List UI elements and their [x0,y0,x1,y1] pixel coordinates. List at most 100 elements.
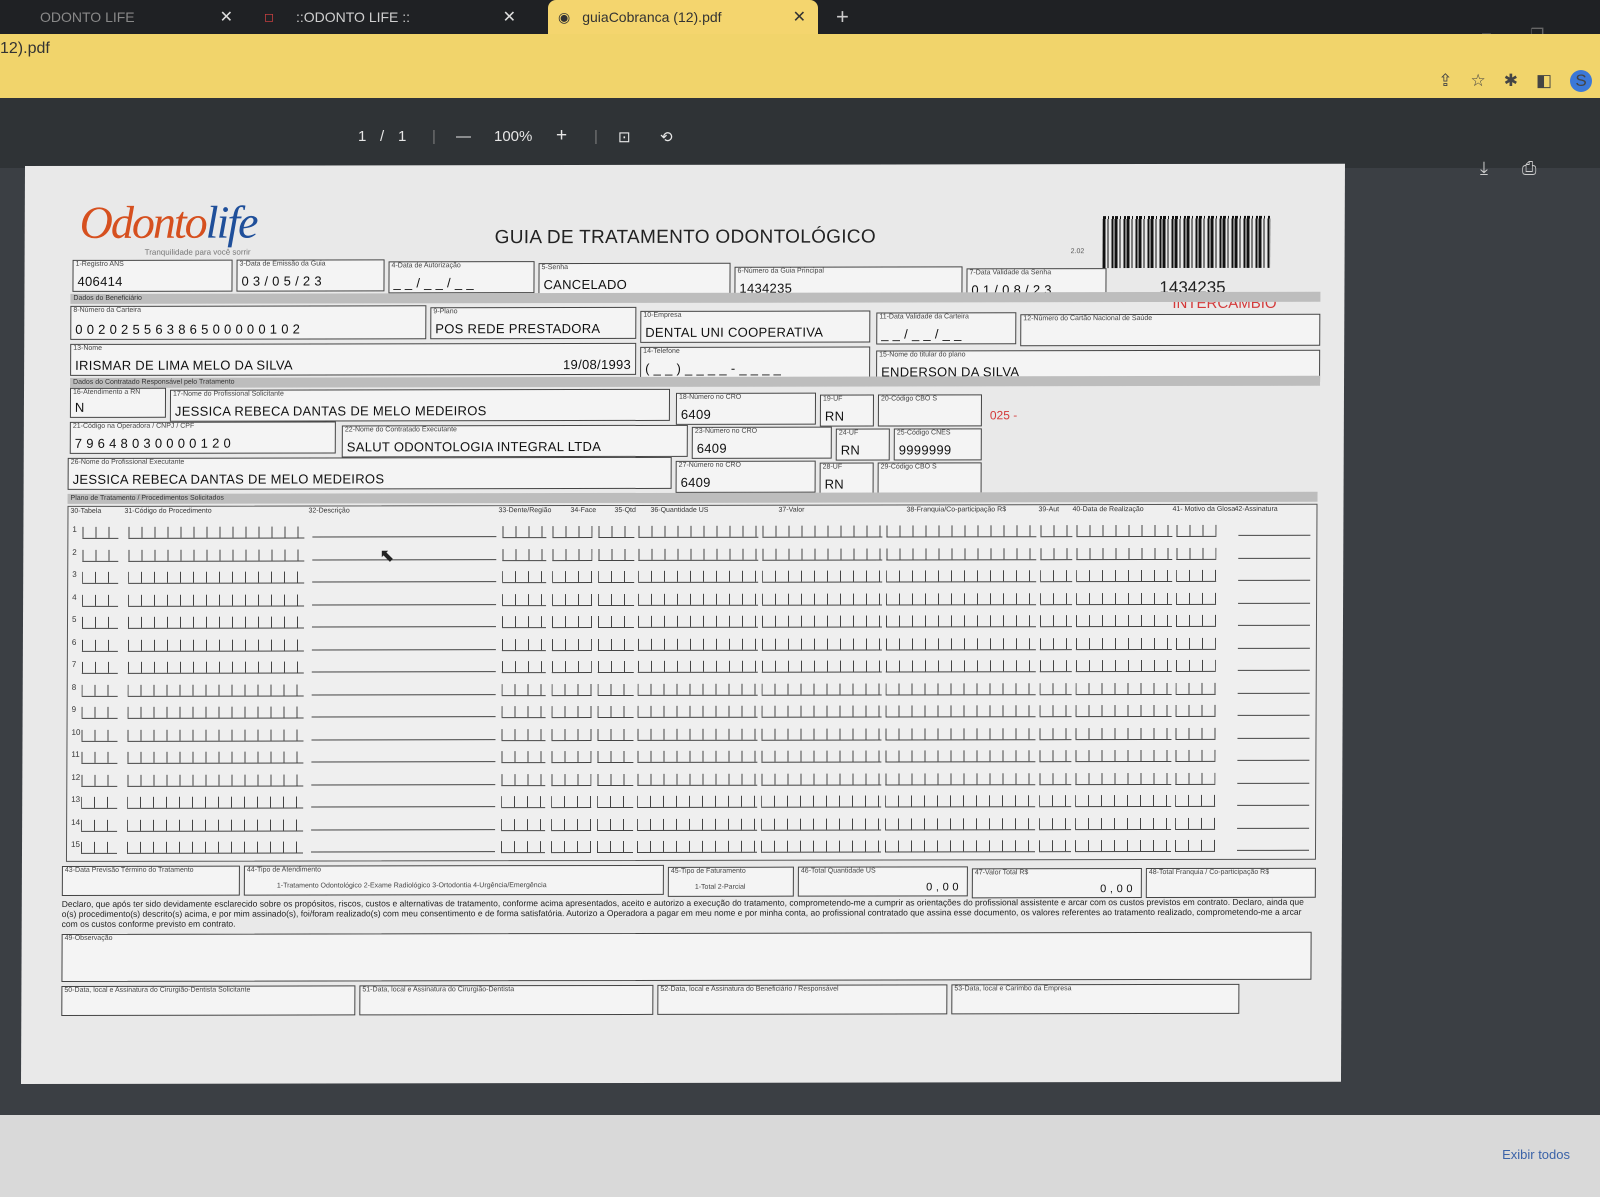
input-cells [1075,637,1172,650]
input-cells [1039,637,1072,650]
input-cells [886,592,1037,606]
input-cells [1175,659,1216,672]
input-cells [551,773,592,786]
input-cells [501,638,546,651]
star-icon[interactable]: ☆ [1470,71,1485,91]
input-cells [886,547,1037,561]
rotate-icon[interactable]: ⟲ [660,128,673,146]
input-cells [127,684,304,697]
description-line [311,783,496,786]
input-cells [1075,750,1172,763]
print-icon[interactable]: ⎙ [1522,158,1536,179]
input-cells [127,639,304,652]
table-row: 9 [72,699,1312,723]
description-line [311,716,496,718]
input-cells [1075,817,1172,830]
new-tab-button[interactable]: + [836,4,849,30]
page-current[interactable]: 1 [358,128,366,145]
input-cells [885,795,1036,808]
profile-avatar[interactable]: S [1570,70,1592,92]
description-line [311,828,496,831]
input-cells [760,840,882,853]
input-cells [1075,727,1172,740]
input-cells [1175,817,1216,830]
table-row: 8 [72,676,1312,700]
close-icon[interactable]: ✕ [793,7,806,27]
fit-page-icon[interactable]: ⊡ [618,128,631,146]
input-cells [501,751,546,764]
table-row: 10 [71,721,1311,745]
row-number: 14 [71,817,81,827]
tab-odonto-life-2[interactable]: ◻ ::ODONTO LIFE :: ✕ [262,0,530,34]
input-cells [598,548,635,561]
input-cells [637,615,759,628]
input-cells [1039,615,1073,628]
sidebar-icon[interactable]: ◧ [1536,71,1552,91]
input-cells [885,705,1036,718]
url-text[interactable]: 12).pdf [0,40,50,58]
input-cells [550,841,592,854]
logo-tagline: Tranquilidade para você sorrir [144,247,251,257]
field-plano: 9-Plano POS REDE PRESTADORA [430,306,637,340]
zoom-out-button[interactable]: — [456,128,471,145]
declaracao-text: Declaro, que após ter sido devidamente e… [61,896,1304,929]
row-number: 1 [72,524,77,534]
input-cells [636,840,758,853]
input-cells [501,796,546,809]
field-uf-solicitante: 19-UF RN [819,394,874,427]
field-numero-carteira: 8-Número da Carteira 0 0 2 0 2 5 5 6 3 8… [70,305,427,340]
field-cro-solicitante: 18-Número no CRO 6409 [675,392,816,425]
input-cells [1176,569,1217,582]
table-row: 3 [72,564,1312,588]
close-icon[interactable]: ✕ [220,7,233,27]
input-cells [885,637,1036,651]
signature-line [1238,602,1311,604]
input-cells [886,525,1037,538]
zoom-level[interactable]: 100% [494,128,532,145]
zoom-in-button[interactable]: + [556,125,567,147]
input-cells [128,571,305,584]
browser-tools: ⇪ ☆ ✱ ◧ S [1438,70,1600,92]
input-cells [126,841,304,854]
field-total-franquia: 48-Total Franquia / Co-participação R$ [1145,867,1316,899]
divider: | [432,128,436,145]
input-cells [597,638,634,651]
description-line [312,581,497,583]
input-cells [762,593,883,606]
input-cells [127,729,304,742]
input-cells [761,615,883,628]
signature-line [1237,714,1310,716]
input-cells [1076,547,1173,560]
input-cells [1075,795,1172,808]
field-validade-carteira: 11-Data Validade da Carteira _ _ / _ _ /… [876,312,1017,345]
input-cells [597,615,635,629]
description-line [312,603,497,606]
input-cells [551,616,593,629]
share-icon[interactable]: ⇪ [1438,71,1452,91]
odonto-life-logo: Odontolife [80,196,257,249]
tab-odonto-life[interactable]: ODONTO LIFE ✕ [0,0,245,34]
description-line [311,738,496,741]
field-cro-contratado: 23-Número no CRO 6409 [691,426,832,459]
tab-guia-cobranca[interactable]: ◉ guiaCobranca (12).pdf ✕ [548,0,818,34]
extensions-icon[interactable]: ✱ [1504,71,1518,91]
signature-line [1236,849,1309,851]
input-cells [1075,615,1173,628]
signature-line [1238,534,1311,536]
row-number: 12 [71,772,81,782]
input-cells [502,571,547,584]
input-cells [81,706,118,719]
show-all-button[interactable]: Exibir todos [1502,1147,1570,1162]
input-cells [82,571,119,584]
close-icon[interactable]: ✕ [503,7,516,27]
input-cells [551,818,592,831]
row-number: 11 [71,749,80,759]
input-cells [1039,750,1072,763]
input-cells [1039,795,1072,808]
divider: | [594,128,598,145]
input-cells [1176,547,1217,560]
description-line [312,536,497,538]
input-cells [551,661,592,674]
input-cells [761,795,882,808]
download-icon[interactable]: ⤓ [1480,158,1488,179]
